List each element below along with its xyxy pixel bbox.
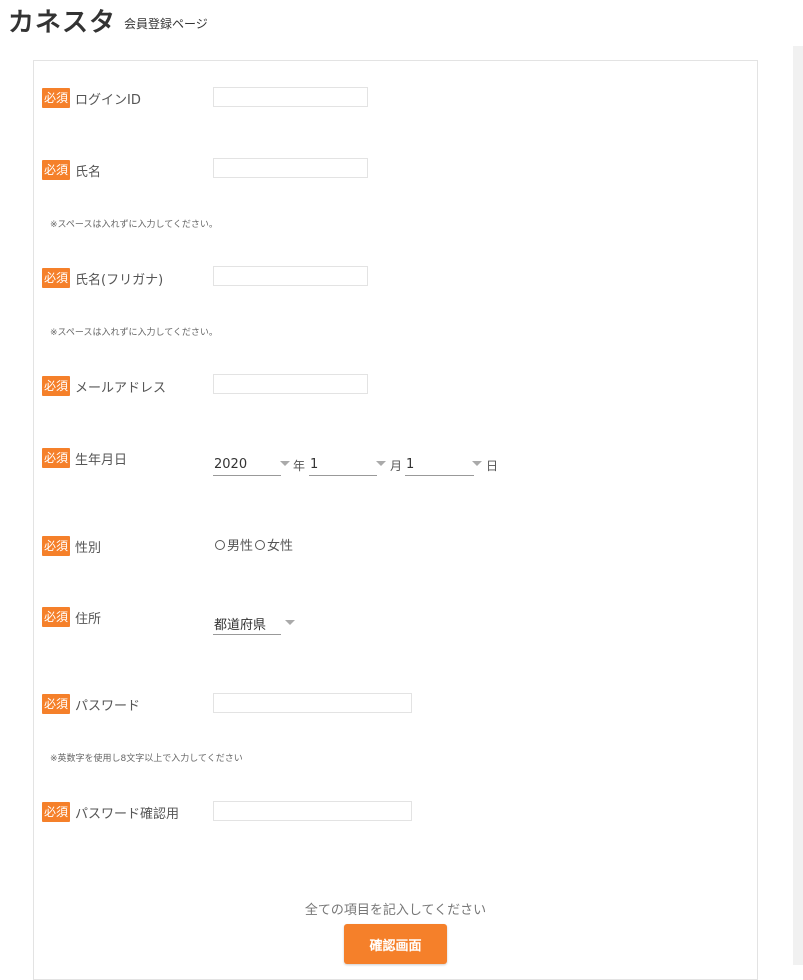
prefecture-value: 都道府県 (214, 617, 267, 633)
required-badge: 必須 (42, 268, 71, 288)
password-label: パスワード (75, 698, 141, 714)
chevron-down-icon (280, 461, 290, 466)
required-badge: 必須 (42, 88, 71, 108)
address-label: 住所 (75, 611, 102, 627)
email-label: メールアドレス (75, 380, 167, 396)
chevron-down-icon (472, 461, 482, 466)
name-kana-input[interactable] (213, 266, 368, 286)
address-row: 必須 住所 (42, 607, 101, 627)
name-kana-row: 必須 氏名(フリガナ) (42, 268, 163, 288)
gender-option-label: 男性 (227, 539, 254, 554)
birth-month-select[interactable]: 1 (309, 453, 377, 476)
password-input[interactable] (213, 693, 412, 713)
birth-year-value: 2020 (214, 456, 248, 472)
day-unit: 日 (486, 459, 499, 473)
page-header: カネスタ 会員登録ページ (8, 6, 208, 38)
birthdate-row: 必須 生年月日 (42, 448, 127, 468)
confirm-button[interactable]: 確認画面 (344, 924, 447, 964)
birth-year-select[interactable]: 2020 (213, 453, 281, 476)
gender-option-label: 女性 (267, 539, 294, 554)
required-badge: 必須 (42, 160, 71, 180)
year-unit: 年 (293, 459, 306, 473)
birth-day-value: 1 (406, 456, 415, 472)
birth-month-value: 1 (310, 456, 319, 472)
login-id-label: ログインID (75, 92, 141, 108)
login-id-row: 必須 ログインID (42, 88, 141, 108)
name-kana-label: 氏名(フリガナ) (75, 272, 164, 288)
password-confirm-row: 必須 パスワード確認用 (42, 802, 179, 822)
page-title: 会員登録ページ (124, 17, 208, 31)
chevron-down-icon (376, 461, 386, 466)
required-badge: 必須 (42, 536, 71, 556)
name-label: 氏名 (75, 164, 102, 180)
page-scrollbar[interactable] (793, 46, 803, 965)
password-note: ※英数字を使用し8文字以上で入力してください (50, 754, 243, 764)
registration-form: 必須 ログインID 必須 氏名 ※スペースは入れずに入力してください。 必須 氏… (33, 60, 758, 980)
email-row: 必須 メールアドレス (42, 376, 166, 396)
name-input[interactable] (213, 158, 368, 178)
name-kana-note: ※スペースは入れずに入力してください。 (50, 328, 218, 338)
radio-circle-icon[interactable] (215, 539, 225, 550)
password-row: 必須 パスワード (42, 694, 140, 714)
prefecture-select[interactable]: 都道府県 (213, 612, 281, 635)
name-note: ※スペースは入れずに入力してください。 (50, 220, 218, 230)
password-confirm-label: パスワード確認用 (75, 806, 180, 822)
month-unit: 月 (390, 459, 403, 473)
required-badge: 必須 (42, 607, 71, 627)
chevron-down-icon (285, 620, 295, 625)
birth-day-select[interactable]: 1 (405, 453, 474, 476)
gender-option-female[interactable]: 女性 (255, 535, 293, 554)
password-confirm-input[interactable] (213, 801, 412, 821)
email-input[interactable] (213, 374, 368, 394)
site-logo[interactable]: カネスタ (8, 8, 116, 38)
form-instruction: 全ての項目を記入してください (304, 903, 487, 918)
required-badge: 必須 (42, 376, 71, 396)
birthdate-label: 生年月日 (75, 452, 128, 468)
gender-row: 必須 性別 (42, 536, 101, 556)
gender-radio-group: 男性 女性 (215, 535, 295, 554)
radio-circle-icon[interactable] (255, 539, 266, 550)
required-badge: 必須 (42, 802, 71, 822)
gender-label: 性別 (75, 540, 102, 556)
required-badge: 必須 (42, 694, 71, 714)
name-row: 必須 氏名 (42, 160, 101, 180)
login-id-input[interactable] (213, 87, 368, 107)
gender-option-male[interactable]: 男性 (215, 535, 253, 554)
required-badge: 必須 (42, 448, 71, 468)
